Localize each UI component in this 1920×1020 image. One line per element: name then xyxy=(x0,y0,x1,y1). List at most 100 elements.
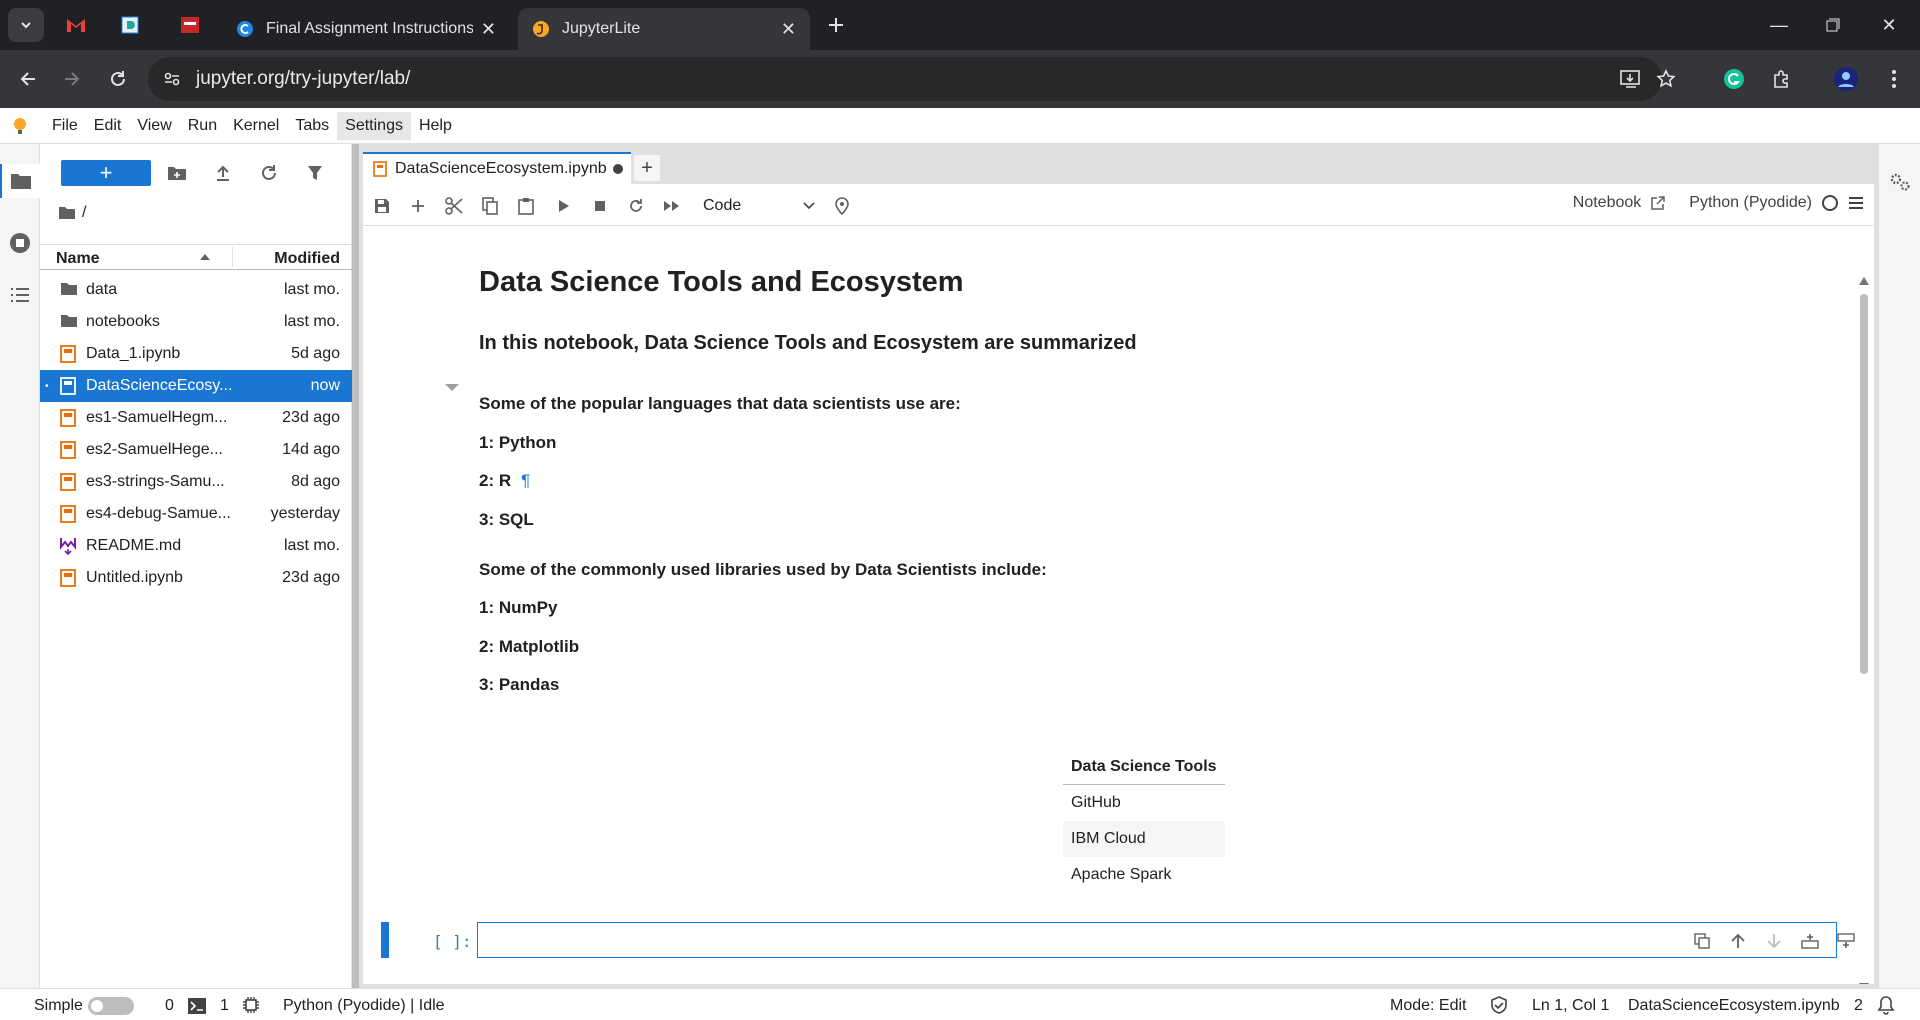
run-button[interactable] xyxy=(553,195,575,217)
move-down-button[interactable] xyxy=(1764,931,1784,951)
cursor-position[interactable]: Ln 1, Col 1 xyxy=(1532,997,1609,1015)
new-tab-button[interactable] xyxy=(818,8,854,42)
file-row[interactable]: es2-SamuelHege... 14d ago xyxy=(40,434,352,466)
kernel-count[interactable]: 1 xyxy=(220,997,229,1015)
upload-button[interactable] xyxy=(212,162,234,184)
file-name: es1-SamuelHegm... xyxy=(86,409,228,426)
file-row[interactable]: README.md last mo. xyxy=(40,530,352,562)
active-cell-indicator[interactable] xyxy=(381,922,389,958)
library-item: 3: Pandas xyxy=(479,675,560,694)
filter-button[interactable] xyxy=(304,162,326,184)
reload-button[interactable] xyxy=(102,63,134,95)
interrupt-button[interactable] xyxy=(589,195,611,217)
browser-tab-assignment[interactable]: Final Assignment Instructions: C ✕ xyxy=(222,8,510,50)
cut-button[interactable] xyxy=(443,195,465,217)
kernel-chip-icon[interactable] xyxy=(242,996,260,1014)
terminal-icon[interactable] xyxy=(188,998,206,1014)
install-app-icon[interactable] xyxy=(1620,69,1642,89)
panel-splitter[interactable] xyxy=(352,144,359,988)
restart-run-all-button[interactable] xyxy=(661,195,683,217)
external-link-icon[interactable] xyxy=(1651,196,1666,210)
new-folder-button[interactable] xyxy=(166,162,188,184)
minimize-button[interactable]: — xyxy=(1752,8,1806,42)
folder-icon[interactable] xyxy=(58,206,76,220)
copy-button[interactable] xyxy=(479,195,501,217)
insert-below-button[interactable] xyxy=(1836,931,1856,951)
refresh-button[interactable] xyxy=(258,162,280,184)
unsaved-dot-icon[interactable] xyxy=(612,164,623,174)
save-button[interactable] xyxy=(371,195,393,217)
move-up-button[interactable] xyxy=(1728,931,1748,951)
code-cell-editor[interactable] xyxy=(477,922,1855,958)
menu-edit[interactable]: Edit xyxy=(86,112,130,140)
profile-avatar[interactable] xyxy=(1830,63,1862,95)
scrollbar-thumb[interactable] xyxy=(1860,294,1868,674)
address-bar[interactable]: jupyter.org/try-jupyter/lab/ xyxy=(148,57,1676,101)
restart-button[interactable] xyxy=(625,195,647,217)
file-row[interactable]: data last mo. xyxy=(40,274,352,306)
extensions-button[interactable] xyxy=(1766,63,1798,95)
open-notebook-link[interactable]: Notebook xyxy=(1573,194,1642,212)
bookmark-star-icon[interactable] xyxy=(1656,69,1676,89)
restore-button[interactable] xyxy=(1806,8,1860,42)
kernel-name[interactable]: Python (Pyodide) xyxy=(1689,194,1812,212)
file-row[interactable]: es3-strings-Samu... 8d ago xyxy=(40,466,352,498)
menu-tabs[interactable]: Tabs xyxy=(287,112,337,140)
collapse-cell-icon[interactable] xyxy=(445,384,459,391)
pinned-tab-2[interactable] xyxy=(112,8,148,42)
menu-view[interactable]: View xyxy=(129,112,179,140)
close-tab-icon[interactable]: ✕ xyxy=(481,19,496,40)
shield-check-icon[interactable] xyxy=(1490,996,1508,1014)
git-button[interactable] xyxy=(831,195,853,217)
property-inspector-tab[interactable] xyxy=(1879,164,1920,200)
file-row[interactable]: Untitled.ipynb 23d ago xyxy=(40,562,352,594)
site-info-icon[interactable] xyxy=(162,69,182,89)
add-tab-button[interactable]: + xyxy=(633,154,661,182)
close-window-button[interactable]: ✕ xyxy=(1862,8,1916,42)
running-kernels-tab[interactable] xyxy=(0,226,40,260)
tab-search-button[interactable] xyxy=(8,8,44,42)
browser-tab-jupyterlite[interactable]: JupyterLite ✕ xyxy=(518,8,810,50)
file-browser-tab[interactable] xyxy=(0,164,40,198)
scroll-down-icon[interactable] xyxy=(1858,982,1870,984)
bell-icon[interactable] xyxy=(1876,995,1896,1015)
file-row[interactable]: es1-SamuelHegm... 23d ago xyxy=(40,402,352,434)
delete-cell-button[interactable] xyxy=(1872,931,1874,951)
gmail-pinned-tab[interactable] xyxy=(58,8,94,42)
paste-button[interactable] xyxy=(515,195,537,217)
menu-run[interactable]: Run xyxy=(180,112,225,140)
menu-settings[interactable]: Settings xyxy=(337,111,411,140)
menu-kernel[interactable]: Kernel xyxy=(225,112,287,140)
menu-icon[interactable] xyxy=(1848,196,1864,210)
new-launcher-button[interactable]: + xyxy=(61,160,151,186)
notebook-tab[interactable]: DataScienceEcosystem.ipynb xyxy=(363,152,631,184)
file-name: es3-strings-Samu... xyxy=(86,473,225,490)
kernel-status-text[interactable]: Python (Pyodide) | Idle xyxy=(283,997,445,1015)
close-tab-icon[interactable]: ✕ xyxy=(781,19,796,40)
file-row[interactable]: notebooks last mo. xyxy=(40,306,352,338)
browser-toolbar: jupyter.org/try-jupyter/lab/ xyxy=(0,50,1920,108)
file-row[interactable]: es4-debug-Samue... yesterday xyxy=(40,498,352,530)
file-row[interactable]: Data_1.ipynb 5d ago xyxy=(40,338,352,370)
terminal-count[interactable]: 0 xyxy=(165,997,174,1015)
breadcrumb-path[interactable]: / xyxy=(82,204,86,222)
insert-above-button[interactable] xyxy=(1800,931,1820,951)
menu-help[interactable]: Help xyxy=(411,112,460,140)
forward-button[interactable] xyxy=(56,63,88,95)
simple-mode-toggle[interactable] xyxy=(88,997,134,1015)
menu-file[interactable]: File xyxy=(44,112,86,140)
file-row[interactable]: • DataScienceEcosy... now xyxy=(40,370,352,402)
notebook-scrollbar[interactable] xyxy=(1858,276,1870,984)
column-modified-header[interactable]: Modified xyxy=(274,250,340,268)
browser-menu-button[interactable] xyxy=(1878,63,1910,95)
grammarly-extension[interactable] xyxy=(1718,63,1750,95)
cell-type-select[interactable]: Code xyxy=(699,194,819,218)
table-of-contents-tab[interactable] xyxy=(0,278,40,312)
insert-cell-button[interactable] xyxy=(407,195,429,217)
anchor-link[interactable]: ¶ xyxy=(521,471,530,490)
duplicate-cell-button[interactable] xyxy=(1692,931,1712,951)
column-name-header[interactable]: Name xyxy=(56,250,100,268)
back-button[interactable] xyxy=(12,63,44,95)
pinned-tab-3[interactable] xyxy=(172,8,208,42)
scroll-up-icon[interactable] xyxy=(1858,276,1870,286)
